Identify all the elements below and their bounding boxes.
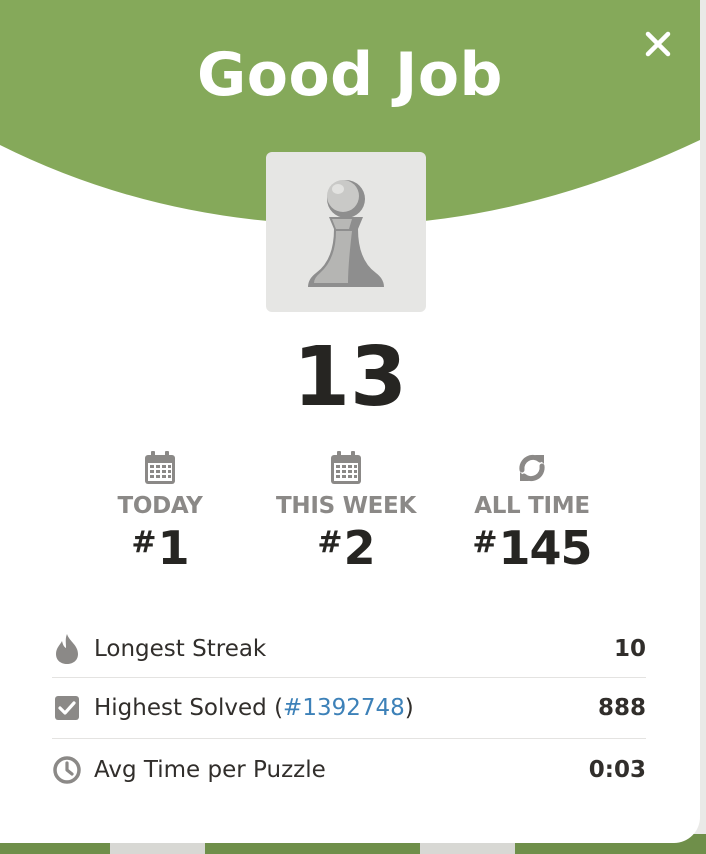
- rank-value: #1: [131, 521, 189, 575]
- stat-avg-time: Avg Time per Puzzle 0:03: [52, 739, 646, 800]
- calendar-icon: [331, 451, 361, 484]
- checkbox-icon: [55, 696, 79, 720]
- stats-list: Longest Streak 10 Highest Solved (#13927…: [52, 620, 646, 800]
- rank-this-week: THIS WEEK #2: [266, 448, 426, 575]
- close-button[interactable]: [638, 24, 678, 64]
- modal-title: Good Job: [196, 40, 504, 110]
- piece-tile: [266, 152, 426, 312]
- stat-value: 0:03: [588, 756, 646, 783]
- stat-highest-solved: Highest Solved (#1392748) 888: [52, 678, 646, 739]
- stat-value: 888: [597, 695, 646, 721]
- rank-label: THIS WEEK: [276, 493, 416, 519]
- rank-label: ALL TIME: [474, 493, 590, 519]
- calendar-icon: [145, 451, 175, 484]
- puzzle-link[interactable]: #1392748: [283, 695, 405, 721]
- flame-icon: [56, 633, 78, 664]
- rank-today: TODAY #1: [80, 448, 240, 575]
- stat-label: Avg Time per Puzzle: [94, 756, 326, 783]
- rank-label: TODAY: [117, 493, 203, 519]
- rank-all-time: ALL TIME #145: [452, 448, 612, 575]
- close-icon: [645, 31, 671, 57]
- rank-value: #2: [317, 521, 375, 575]
- puzzle-score: 13: [292, 330, 408, 425]
- stat-longest-streak: Longest Streak 10: [52, 620, 646, 678]
- stat-label: Longest Streak: [94, 635, 267, 662]
- puzzle-result-modal: Good Job 13 TODAY #1 THIS WEEK #2 ALL TI…: [0, 0, 700, 843]
- clock-icon: [53, 755, 81, 784]
- rank-value: #145: [472, 521, 592, 575]
- stat-label: Highest Solved (#1392748): [94, 695, 414, 721]
- rank-summary: TODAY #1 THIS WEEK #2 ALL TIME #145: [0, 448, 700, 588]
- stat-value: 10: [613, 635, 646, 662]
- refresh-icon: [519, 454, 545, 482]
- pawn-icon: [308, 179, 384, 287]
